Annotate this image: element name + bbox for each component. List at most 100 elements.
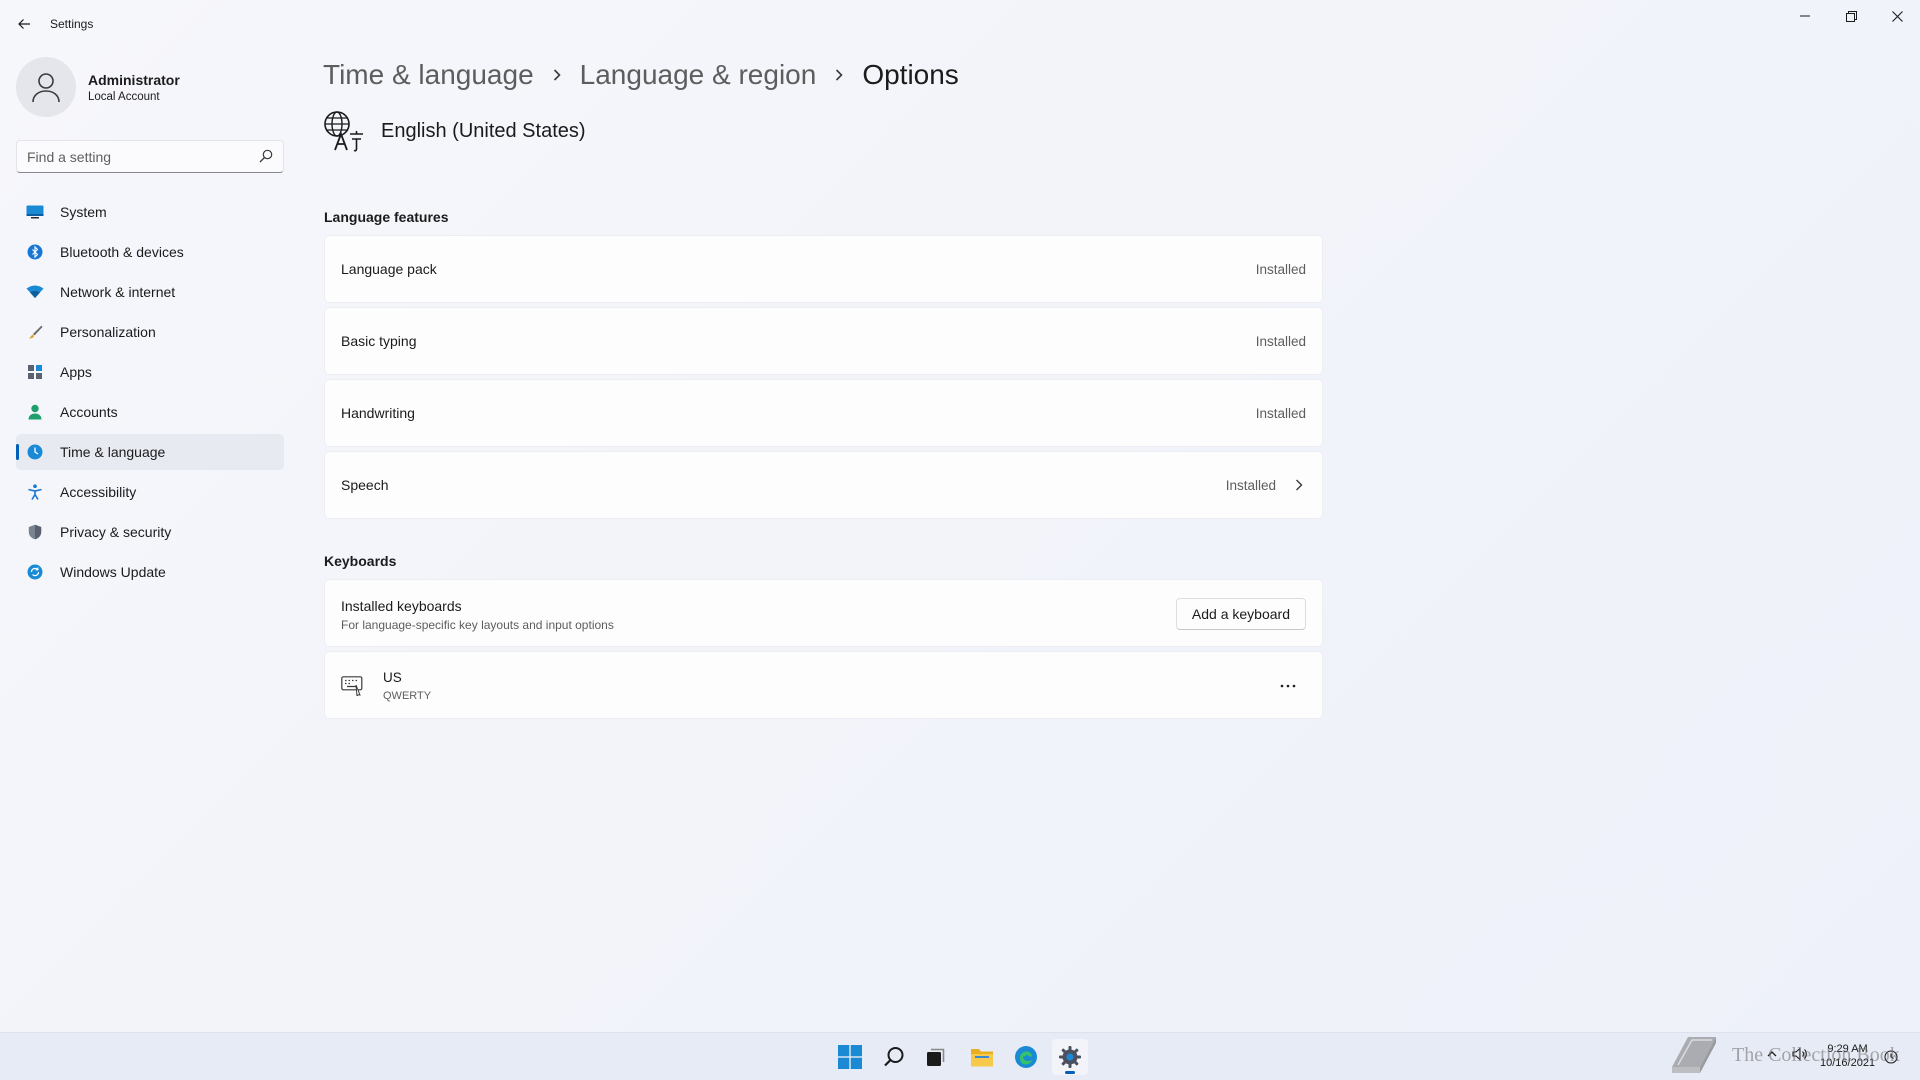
clock-date: 10/16/2021 xyxy=(1820,1057,1876,1069)
edge-browser-button[interactable] xyxy=(1008,1039,1044,1075)
keyboard-name: US xyxy=(383,670,402,685)
user-profile[interactable]: Administrator Local Account xyxy=(16,57,286,117)
sidebar-item-label: System xyxy=(60,204,107,220)
edge-icon xyxy=(1015,1046,1037,1068)
chevron-up-icon[interactable] xyxy=(1766,1048,1778,1060)
person-outline-icon xyxy=(32,73,60,103)
folder-icon xyxy=(971,1049,993,1067)
sidebar-item-apps[interactable]: Apps xyxy=(16,354,284,390)
notifications-icon[interactable] xyxy=(1884,1050,1898,1064)
feature-label: Language pack xyxy=(341,261,437,277)
sidebar-item-bluetooth[interactable]: Bluetooth & devices xyxy=(16,234,284,270)
breadcrumb: Time & language Language & region Option… xyxy=(323,55,959,95)
feature-status: Installed xyxy=(1255,261,1306,277)
restore-button[interactable] xyxy=(1828,0,1874,32)
sidebar-item-label: Privacy & security xyxy=(60,524,172,540)
accessibility-icon xyxy=(26,483,44,501)
feature-label: Handwriting xyxy=(341,405,415,421)
sidebar-item-accounts[interactable]: Accounts xyxy=(16,394,284,430)
clock-time: 9:29 AM xyxy=(1827,1043,1868,1055)
monitor-icon xyxy=(26,203,44,221)
feature-label: Basic typing xyxy=(341,333,417,349)
taskbar-search-button[interactable] xyxy=(876,1039,912,1075)
volume-icon[interactable] xyxy=(1792,1047,1808,1061)
wifi-icon xyxy=(26,283,44,301)
language-header: English (United States) xyxy=(323,110,586,152)
feature-status: Installed xyxy=(1255,333,1306,349)
sidebar-nav: System Bluetooth & devices Network & int… xyxy=(16,194,284,594)
sidebar-item-label: Personalization xyxy=(60,324,156,340)
profile-name: Administrator xyxy=(88,71,180,88)
add-keyboard-button[interactable]: Add a keyboard xyxy=(1175,598,1306,630)
settings-taskbar-button[interactable] xyxy=(1052,1039,1088,1075)
breadcrumb-language-region[interactable]: Language & region xyxy=(580,59,817,91)
back-button[interactable] xyxy=(10,12,38,36)
globe-clock-icon xyxy=(26,443,44,461)
profile-text: Administrator Local Account xyxy=(88,72,180,103)
chevron-right-icon xyxy=(552,68,562,82)
person-icon xyxy=(26,403,44,421)
page-title: Options xyxy=(862,59,959,90)
installed-keyboards-description: For language-specific key layouts and in… xyxy=(341,618,614,632)
sidebar-item-label: Time & language xyxy=(60,444,166,460)
feature-handwriting: Handwriting Installed xyxy=(324,379,1323,447)
keyboard-more-options-button[interactable] xyxy=(1274,672,1302,700)
feature-status: Installed xyxy=(1225,477,1276,493)
search-box xyxy=(16,140,284,173)
feature-label: Speech xyxy=(341,477,389,493)
sidebar-item-time-language[interactable]: Time & language xyxy=(16,434,284,470)
update-icon xyxy=(26,563,44,581)
feature-status: Installed xyxy=(1255,405,1306,421)
sidebar-item-label: Accessibility xyxy=(60,484,137,500)
title-bar: Settings xyxy=(0,0,1920,48)
apps-icon xyxy=(26,363,44,381)
brush-icon xyxy=(26,323,44,341)
installed-keyboards-card: Installed keyboards For language-specifi… xyxy=(324,579,1323,647)
sidebar-item-network[interactable]: Network & internet xyxy=(16,274,284,310)
search-icon xyxy=(884,1047,904,1067)
shield-icon xyxy=(26,523,44,541)
sidebar-item-label: Bluetooth & devices xyxy=(60,244,184,260)
task-view-button[interactable] xyxy=(918,1039,954,1075)
feature-speech[interactable]: Speech Installed xyxy=(324,451,1323,519)
minimize-button[interactable] xyxy=(1782,0,1828,32)
close-icon xyxy=(1891,10,1903,22)
chevron-right-icon xyxy=(1296,479,1303,491)
sidebar-item-label: Accounts xyxy=(60,404,118,420)
sidebar-item-system[interactable]: System xyxy=(16,194,284,230)
settings-window: Settings Administrator Local Account Fin… xyxy=(0,0,1920,1032)
taskbar: 9:29 AM 10/16/2021 xyxy=(0,1032,1920,1080)
restore-icon xyxy=(1845,10,1857,22)
language-features-heading: Language features xyxy=(324,209,449,225)
start-button[interactable] xyxy=(832,1039,868,1075)
close-button[interactable] xyxy=(1874,0,1920,32)
clock[interactable]: 9:29 AM 10/16/2021 xyxy=(1820,1042,1875,1070)
sidebar-item-label: Network & internet xyxy=(60,284,176,300)
keyboard-item-us: US QWERTY xyxy=(324,651,1323,719)
task-view-icon xyxy=(927,1048,945,1066)
feature-basic-typing: Basic typing Installed xyxy=(324,307,1323,375)
sidebar-item-personalization[interactable]: Personalization xyxy=(16,314,284,350)
sidebar-item-windows-update[interactable]: Windows Update xyxy=(16,554,284,590)
search-input[interactable] xyxy=(17,148,247,165)
sidebar-item-privacy[interactable]: Privacy & security xyxy=(16,514,284,550)
system-tray xyxy=(1766,1047,1808,1061)
sidebar-item-accessibility[interactable]: Accessibility xyxy=(16,474,284,510)
search-icon[interactable] xyxy=(259,149,273,163)
profile-account-type: Local Account xyxy=(88,90,160,103)
gear-icon xyxy=(1059,1046,1081,1068)
minimize-icon xyxy=(1800,15,1810,17)
keyboard-icon xyxy=(341,676,363,696)
sidebar-item-label: Windows Update xyxy=(60,564,166,580)
sidebar-item-label: Apps xyxy=(60,364,92,380)
windows-logo-icon xyxy=(838,1045,862,1069)
bluetooth-icon xyxy=(26,243,44,261)
back-arrow-icon xyxy=(18,19,30,29)
chevron-right-icon xyxy=(834,68,844,82)
feature-language-pack: Language pack Installed xyxy=(324,235,1323,303)
language-globe-icon xyxy=(324,111,363,152)
file-explorer-button[interactable] xyxy=(964,1039,1000,1075)
breadcrumb-time-language[interactable]: Time & language xyxy=(323,59,534,91)
more-options-icon xyxy=(1280,684,1296,688)
app-title: Settings xyxy=(50,17,94,31)
